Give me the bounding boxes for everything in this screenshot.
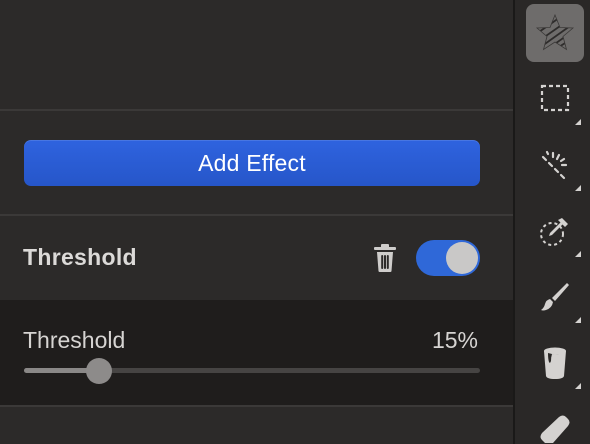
magic-wand-selection-icon [541,150,568,180]
tool-brush[interactable] [526,268,584,326]
threshold-value: 15% [431,327,478,353]
tool-paint-bucket[interactable] [526,334,584,392]
tool-rectangle-selection[interactable] [526,70,584,128]
effect-header: Threshold [0,216,513,300]
toggle-knob [446,242,478,274]
rectangle-selection-icon [540,84,570,112]
add-effect-button[interactable]: Add Effect [24,140,480,186]
divider [0,109,513,111]
tool-color-selection[interactable] [526,202,584,260]
submenu-indicator [575,251,581,257]
eraser-icon [540,415,570,443]
submenu-indicator [575,383,581,389]
app-window: Add Effect Threshold Threshold 15% [0,0,590,444]
delete-effect-button[interactable] [372,243,398,273]
magic-star-icon [535,13,575,51]
submenu-indicator [575,317,581,323]
tools-toolbar [515,0,590,444]
effects-panel: Add Effect Threshold Threshold 15% [0,0,513,444]
effect-settings: Threshold 15% [0,300,513,405]
effect-enabled-toggle[interactable] [416,240,480,276]
submenu-indicator [575,185,581,191]
color-picker-selection-icon [540,218,568,246]
submenu-indicator [575,119,581,125]
trash-icon [374,244,396,272]
threshold-slider[interactable] [24,358,480,384]
tool-eraser[interactable] [526,400,584,444]
tool-magic-wand-selection[interactable] [526,136,584,194]
paint-bucket-icon [544,347,566,379]
slider-thumb[interactable] [86,358,112,384]
effect-title: Threshold [23,244,137,270]
divider [0,405,513,407]
tool-magic-star[interactable] [526,4,584,62]
brush-icon [541,283,569,311]
threshold-label: Threshold [23,327,126,353]
